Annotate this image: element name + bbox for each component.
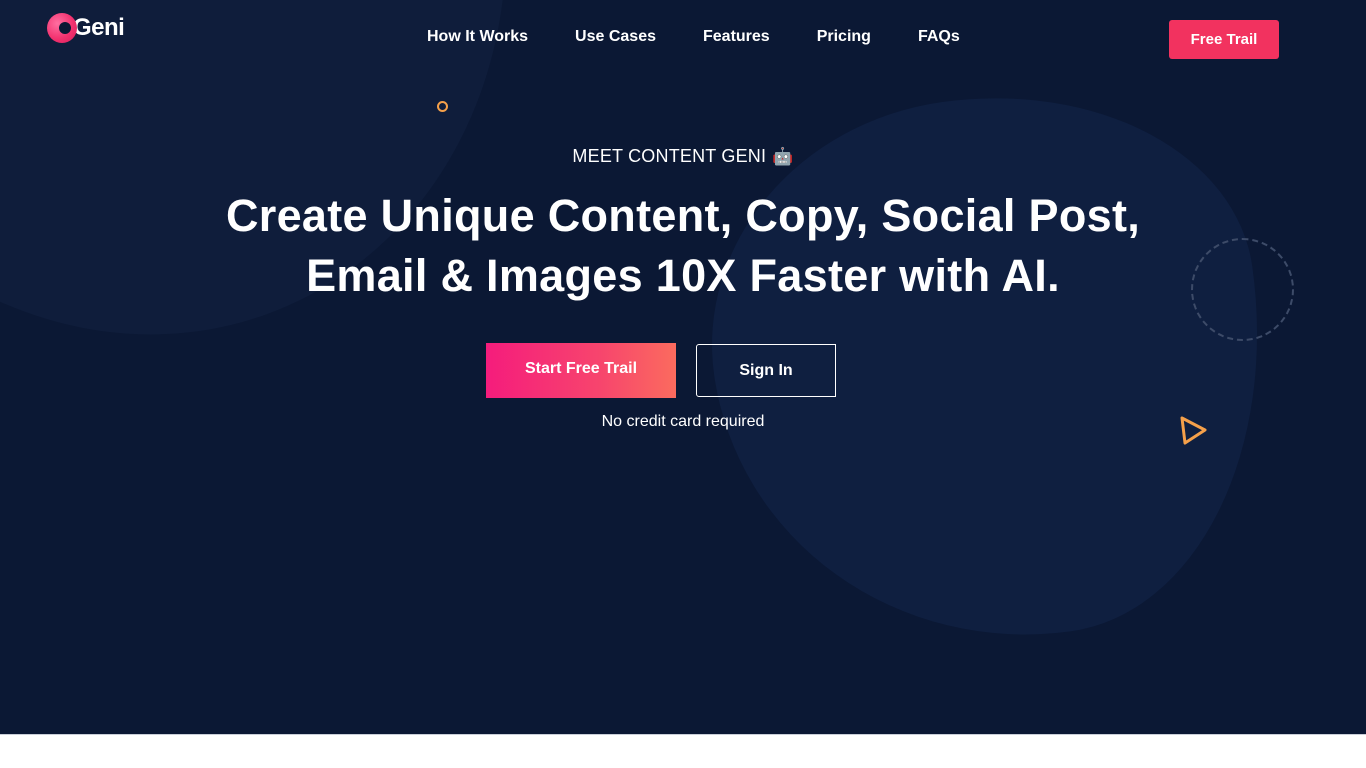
brand-logo[interactable]: Geni — [47, 12, 125, 44]
nav-link-faqs[interactable]: FAQs — [918, 26, 960, 48]
hero-headline-line-2: Email & Images 10X Faster with AI. — [306, 250, 1060, 301]
main-nav: How It Works Use Cases Features Pricing … — [427, 26, 960, 48]
geni-logo-icon — [47, 13, 77, 43]
hero-section: Geni How It Works Use Cases Features Pri… — [0, 0, 1366, 734]
nav-link-how-it-works[interactable]: How It Works — [427, 26, 528, 48]
nav-link-use-cases[interactable]: Use Cases — [575, 26, 656, 48]
free-trial-button[interactable]: Free Trail — [1169, 20, 1279, 59]
hero-headline: Create Unique Content, Copy, Social Post… — [0, 186, 1366, 306]
hero-headline-line-1: Create Unique Content, Copy, Social Post… — [225, 190, 1141, 241]
nav-link-features[interactable]: Features — [703, 26, 770, 48]
nav-link-pricing[interactable]: Pricing — [817, 26, 871, 48]
section-divider — [0, 734, 1366, 735]
no-credit-card-note: No credit card required — [601, 413, 765, 430]
sign-in-button[interactable]: Sign In — [696, 344, 836, 397]
hero-eyebrow-text: MEET CONTENT GENI — [572, 146, 767, 166]
decorative-ring-icon — [437, 101, 448, 112]
start-free-trial-button[interactable]: Start Free Trail — [486, 343, 676, 398]
hero-eyebrow: MEET CONTENT GENI 🤖 — [0, 146, 1366, 167]
robot-icon: 🤖 — [772, 147, 794, 166]
brand-name: Geni — [73, 14, 125, 41]
